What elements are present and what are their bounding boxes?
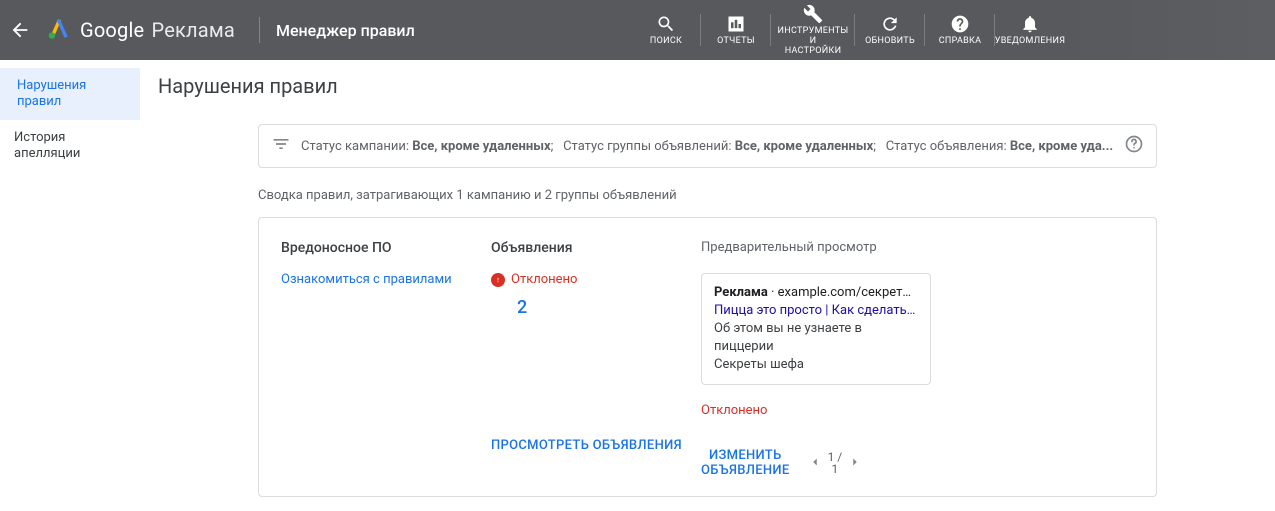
back-arrow-button[interactable] bbox=[0, 19, 40, 41]
header-section-title: Менеджер правил bbox=[276, 21, 415, 40]
search-tool[interactable]: ПОИСК bbox=[631, 0, 701, 60]
view-ads-button[interactable]: ПРОСМОТРЕТЬ ОБЪЯВЛЕНИЯ bbox=[491, 438, 682, 453]
pager-prev[interactable] bbox=[808, 455, 822, 472]
pager: 1 /1 bbox=[808, 451, 863, 475]
help-circle-icon[interactable] bbox=[1124, 134, 1144, 158]
product-name: Google Реклама bbox=[80, 18, 235, 42]
filter-text: Статус кампании: Все, кроме удаленных; С… bbox=[301, 139, 1114, 154]
pager-position: 1 /1 bbox=[828, 451, 843, 475]
summary-text: Сводка правил, затрагивающих 1 кампанию … bbox=[258, 188, 1157, 203]
page-title: Нарушения правил bbox=[158, 74, 1257, 98]
ads-status: Отклонено bbox=[491, 272, 701, 287]
header-divider bbox=[259, 17, 260, 43]
bell-icon bbox=[1020, 14, 1040, 34]
arrow-left-icon bbox=[9, 19, 31, 41]
learn-policy-link[interactable]: Ознакомиться с правилами bbox=[281, 272, 491, 287]
bar-chart-icon bbox=[726, 14, 746, 34]
ad-headline: Пицца это просто | Как сделать вкус... bbox=[714, 302, 918, 320]
sidebar-item-appeal-history[interactable]: История апелляции bbox=[0, 120, 140, 172]
ad-desc-1: Об этом вы не узнаете в пиццерии bbox=[714, 320, 918, 356]
policy-card: Вредоносное ПО Ознакомиться с правилами … bbox=[258, 217, 1157, 497]
ads-count-link[interactable]: 2 bbox=[491, 297, 701, 318]
reports-tool[interactable]: ОТЧЕТЫ bbox=[701, 0, 771, 60]
help-tool[interactable]: СПРАВКА bbox=[925, 0, 995, 60]
header-tail bbox=[1065, 0, 1275, 60]
ads-section-title: Объявления bbox=[491, 240, 701, 256]
google-ads-logo-icon bbox=[46, 15, 72, 45]
search-icon bbox=[656, 14, 676, 34]
ad-rejected-label: Отклонено bbox=[701, 403, 1134, 418]
refresh-tool[interactable]: ОБНОВИТЬ bbox=[855, 0, 925, 60]
help-icon bbox=[950, 14, 970, 34]
sidebar-item-policy-violations[interactable]: Нарушения правил bbox=[0, 68, 140, 120]
notifications-tool[interactable]: УВЕДОМЛЕНИЯ bbox=[995, 0, 1065, 60]
sidebar: Нарушения правил История апелляции bbox=[0, 60, 140, 511]
preview-title: Предварительный просмотр bbox=[701, 240, 1134, 255]
app-header: Google Реклама Менеджер правил ПОИСК ОТЧ… bbox=[0, 0, 1275, 60]
tools-settings-tool[interactable]: ИНСТРУМЕНТЫИНАСТРОЙКИ bbox=[771, 0, 855, 60]
policy-name: Вредоносное ПО bbox=[281, 240, 491, 256]
product-logo[interactable]: Google Реклама bbox=[40, 15, 253, 45]
ad-desc-2: Секреты шефа bbox=[714, 356, 918, 374]
error-icon bbox=[491, 273, 505, 287]
edit-ad-button[interactable]: ИЗМЕНИТЬОБЪЯВЛЕНИЕ bbox=[701, 448, 790, 478]
header-tools: ПОИСК ОТЧЕТЫ ИНСТРУМЕНТЫИНАСТРОЙКИ ОБНОВ… bbox=[631, 0, 1065, 60]
ad-url-line: Реклама · example.com/секреты_пи... bbox=[714, 284, 918, 302]
filter-bar[interactable]: Статус кампании: Все, кроме удаленных; С… bbox=[258, 124, 1157, 168]
refresh-icon bbox=[880, 14, 900, 34]
main-content: Нарушения правил Статус кампании: Все, к… bbox=[140, 60, 1275, 511]
pager-next[interactable] bbox=[848, 455, 862, 472]
wrench-icon bbox=[803, 4, 823, 24]
filter-icon bbox=[271, 134, 291, 158]
ad-preview: Реклама · example.com/секреты_пи... Пицц… bbox=[701, 273, 931, 385]
